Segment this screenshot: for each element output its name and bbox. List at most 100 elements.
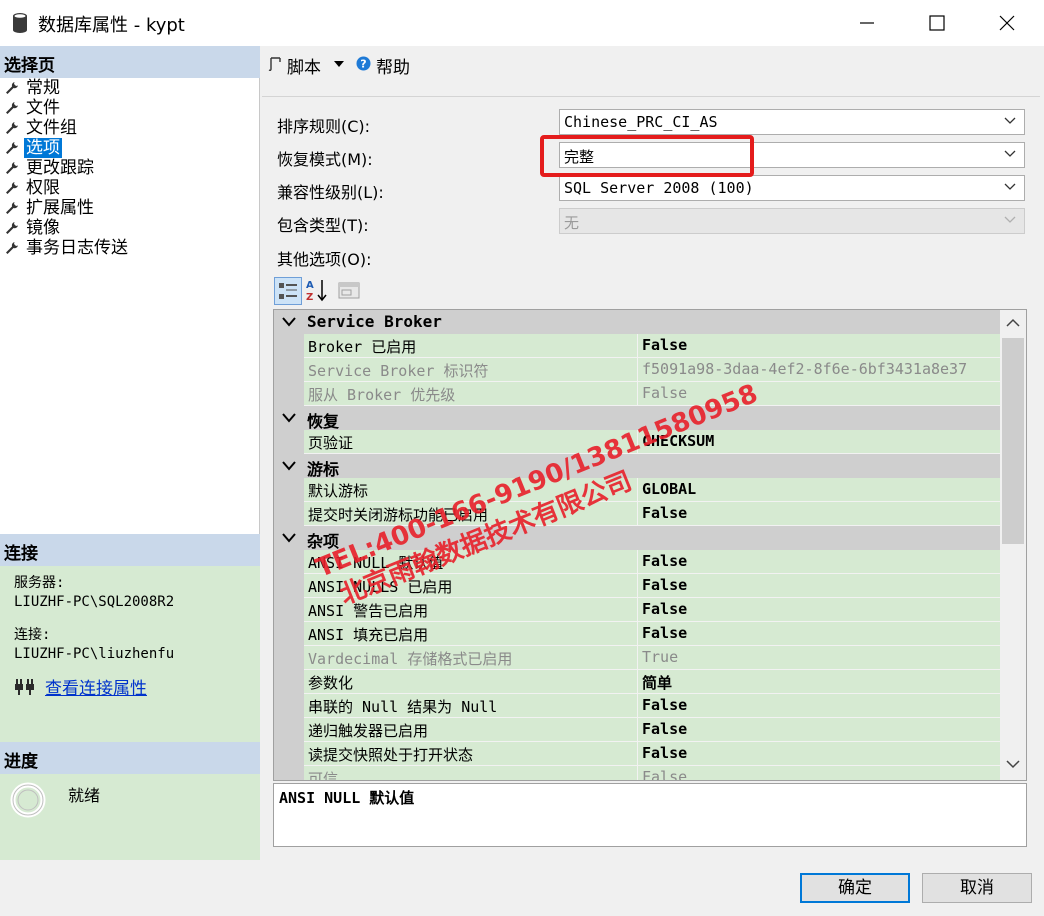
grid-property-row[interactable]: Vardecimal 存储格式已启用 True [274,646,1000,670]
close-button[interactable] [972,0,1042,46]
property-value[interactable]: False [638,334,1000,358]
property-value: f5091a98-3daa-4ef2-8f6e-6bf3431a8e37 [638,358,1000,382]
grid-category[interactable]: Service Broker [274,310,1000,334]
page-item[interactable]: 扩展属性 [0,198,260,218]
grid-category-name: 杂项 [307,532,340,551]
chevron-down-icon[interactable] [282,533,296,543]
grid-property-row[interactable]: ANSI NULL 默认值 False [274,550,1000,574]
page-item[interactable]: 文件 [0,98,260,118]
property-name: 默认游标 [304,478,638,502]
database-icon [13,13,27,33]
collation-select[interactable]: Chinese_PRC_CI_AS [559,109,1025,135]
property-name: 串联的 Null 结果为 Null [304,694,638,718]
chevron-down-icon[interactable] [1006,760,1020,769]
help-button[interactable]: 帮助 [376,53,410,78]
page-item[interactable]: 常规 [0,78,260,98]
grid-property-row[interactable]: 默认游标 GLOBAL [274,478,1000,502]
grid-row-gutter [274,550,304,574]
grid-property-row[interactable]: 可信 False [274,766,1000,780]
grid-property-row[interactable]: 页验证 CHECKSUM [274,430,1000,454]
grid-property-row[interactable]: 服从 Broker 优先级 False [274,382,1000,406]
wrench-icon [6,222,18,234]
minimize-icon [860,22,874,24]
property-name: ANSI 填充已启用 [304,622,638,646]
page-item[interactable]: 更改跟踪 [0,158,260,178]
page-item[interactable]: 文件组 [0,118,260,138]
property-value[interactable]: False [638,550,1000,574]
grid-row-gutter [274,430,304,454]
property-description: ANSI NULL 默认值 [273,783,1027,847]
grid-property-row[interactable]: Service Broker 标识符 f5091a98-3daa-4ef2-8f6… [274,358,1000,382]
property-value[interactable]: False [638,502,1000,526]
grid-property-row[interactable]: 参数化 简单 [274,670,1000,694]
grid-property-row[interactable]: ANSI NULLS 已启用 False [274,574,1000,598]
page-item-label: 文件组 [26,118,77,138]
chevron-down-icon[interactable] [282,413,296,423]
connection-label: 连接: [14,627,51,643]
grid-category-name: Service Broker [307,312,442,331]
grid-property-row[interactable]: ANSI 填充已启用 False [274,622,1000,646]
recovery-model-select[interactable]: 完整 [559,142,1025,168]
grid-category[interactable]: 游标 [274,454,1000,479]
grid-property-row[interactable]: 递归触发器已启用 False [274,718,1000,742]
property-value[interactable]: False [638,622,1000,646]
grid-property-row[interactable]: Broker 已启用 False [274,334,1000,358]
svg-text:Z: Z [306,292,313,303]
property-value: True [638,646,1000,670]
chevron-down-icon[interactable] [282,317,296,327]
title-bar: 数据库属性 - kypt [0,0,1044,46]
property-value[interactable]: 简单 [638,670,1000,694]
property-value[interactable]: False [638,718,1000,742]
grid-category[interactable]: 杂项 [274,526,1000,551]
minimize-button[interactable] [832,0,902,46]
categorized-icon [279,283,297,299]
grid-property-row[interactable]: 提交时关闭游标功能已启用 False [274,502,1000,526]
connection-info: 服务器: LIUZHF-PC\SQL2008R2 连接: LIUZHF-PC\l… [14,574,174,664]
server-label: 服务器: [14,575,65,591]
collation-label: 排序规则(C): [277,117,371,136]
grid-category-name: 游标 [307,460,340,479]
page-item[interactable]: 权限 [0,178,260,198]
property-name: Vardecimal 存储格式已启用 [304,646,638,670]
grid-row-gutter [274,478,304,502]
chevron-down-icon[interactable] [282,461,296,471]
select-page-header: 选择页 [0,46,260,78]
property-name: ANSI NULL 默认值 [304,550,638,574]
grid-row-gutter [274,694,304,718]
grid-property-row[interactable]: 读提交快照处于打开状态 False [274,742,1000,766]
wrench-icon [6,162,18,174]
grid-row-gutter [274,766,304,780]
property-value[interactable]: False [638,598,1000,622]
script-button[interactable]: 脚本 [287,53,321,78]
property-name: 页验证 [304,430,638,454]
other-options-label: 其他选项(O): [277,250,372,269]
property-pages-button[interactable] [336,277,364,305]
chevron-down-icon[interactable] [334,61,344,67]
property-value[interactable]: GLOBAL [638,478,1000,502]
chevron-up-icon[interactable] [1006,318,1020,327]
page-item[interactable]: 选项 [0,138,260,158]
property-value[interactable]: False [638,694,1000,718]
categorized-button[interactable] [274,277,302,305]
view-connection-properties-link[interactable]: 查看连接属性 [45,674,147,699]
ok-button[interactable]: 确定 [800,873,910,903]
page-item[interactable]: 镜像 [0,218,260,238]
containment-value: 无 [564,214,580,232]
chevron-down-icon [1004,183,1016,190]
grid-property-row[interactable]: 串联的 Null 结果为 Null False [274,694,1000,718]
grid-scrollbar[interactable] [1000,310,1026,780]
grid-property-row[interactable]: ANSI 警告已启用 False [274,598,1000,622]
page-item[interactable]: 事务日志传送 [0,238,260,258]
property-value[interactable]: False [638,742,1000,766]
property-value[interactable]: False [638,574,1000,598]
progress-spinner-icon [10,782,46,818]
grid-category[interactable]: 恢复 [274,406,1000,431]
compat-level-select[interactable]: SQL Server 2008 (100) [559,175,1025,201]
grid-category-name: 恢复 [307,412,340,431]
progress-status: 就绪 [68,786,101,805]
cancel-button[interactable]: 取消 [922,873,1032,903]
scrollbar-thumb[interactable] [1002,338,1024,544]
property-value[interactable]: CHECKSUM [638,430,1000,454]
maximize-button[interactable] [902,0,972,46]
alphabetical-button[interactable]: A Z [304,277,332,305]
